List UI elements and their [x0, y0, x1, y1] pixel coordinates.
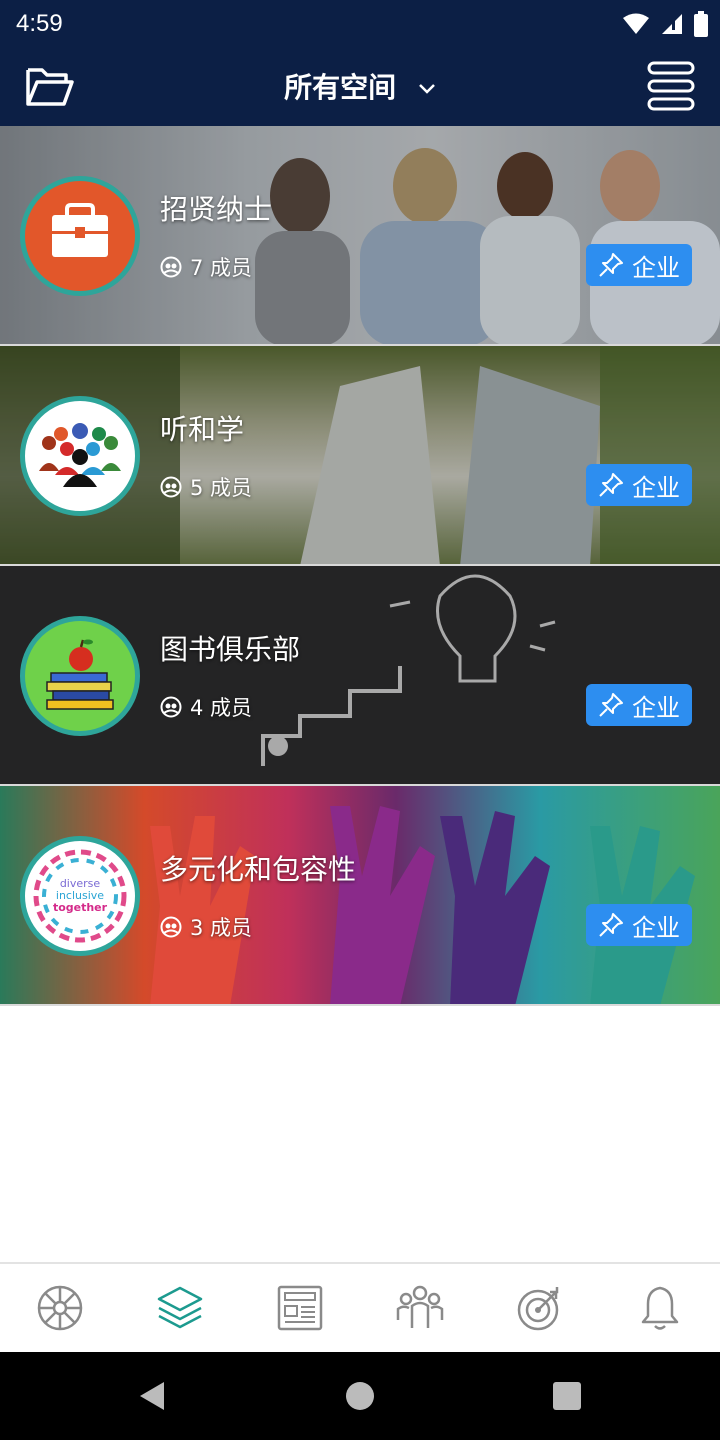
- status-time: 4:59: [16, 10, 63, 37]
- target-icon: [517, 1287, 559, 1331]
- bottom-nav: [0, 1262, 720, 1352]
- member-count-label: 4 成员: [190, 696, 253, 720]
- pin-icon: [599, 693, 623, 717]
- space-card[interactable]: 图书俱乐部 4 成员 企业: [0, 566, 720, 786]
- member-count: 3 成员: [160, 912, 252, 942]
- back-icon[interactable]: [136, 1380, 166, 1412]
- badge-label: 企业: [632, 693, 680, 722]
- people-group-icon: [39, 423, 121, 487]
- nav-item-spaces[interactable]: [120, 1264, 240, 1352]
- space-title: 图书俱乐部: [160, 633, 301, 666]
- status-icons: [622, 10, 708, 38]
- wheel-icon: [37, 1285, 83, 1331]
- nav-item-goals[interactable]: [480, 1264, 600, 1352]
- newspaper-icon: [277, 1285, 323, 1331]
- space-card[interactable]: diverse inclusive together 多元化和包容性 3 成员 …: [0, 786, 720, 1006]
- signal-icon: [662, 14, 682, 34]
- briefcase-icon: [52, 203, 108, 257]
- space-selector[interactable]: 所有空间: [0, 66, 720, 106]
- space-list: 招贤纳士 7 成员 企业 听和学 5 成员 企业 图书俱乐部 4 成员 企业 d…: [0, 126, 720, 1006]
- home-icon[interactable]: [345, 1380, 375, 1412]
- space-title: 多元化和包容性: [160, 853, 357, 886]
- members-icon: [160, 256, 182, 278]
- enterprise-badge: 企业: [586, 684, 692, 726]
- members-icon: [160, 916, 182, 938]
- chevron-down-icon: [418, 84, 435, 94]
- avatar-text-together: together: [53, 901, 108, 914]
- space-avatar: [20, 176, 140, 296]
- app-header: 所有空间: [0, 48, 720, 126]
- pin-icon: [599, 473, 623, 497]
- bell-icon: [641, 1286, 679, 1330]
- space-card[interactable]: 听和学 5 成员 企业: [0, 346, 720, 566]
- member-count-label: 7 成员: [190, 256, 253, 280]
- members-icon: [160, 696, 182, 718]
- nav-item-people[interactable]: [360, 1264, 480, 1352]
- badge-label: 企业: [632, 913, 680, 942]
- member-count-label: 3 成员: [190, 916, 253, 940]
- battery-icon: [694, 11, 708, 37]
- nav-item-news[interactable]: [240, 1264, 360, 1352]
- recents-icon[interactable]: [552, 1380, 582, 1412]
- diverse-inclusive-together-logo: diverse inclusive together: [33, 849, 127, 943]
- badge-label: 企业: [632, 253, 680, 282]
- people-icon: [396, 1285, 444, 1328]
- space-card[interactable]: 招贤纳士 7 成员 企业: [0, 126, 720, 346]
- layers-icon: [157, 1286, 203, 1329]
- menu-button[interactable]: [646, 60, 696, 112]
- status-bar: 4:59: [0, 0, 720, 48]
- space-avatar: [20, 396, 140, 516]
- enterprise-badge: 企业: [586, 904, 692, 946]
- space-avatar: diverse inclusive together: [20, 836, 140, 956]
- nav-item-home[interactable]: [0, 1264, 120, 1352]
- space-avatar: [20, 616, 140, 736]
- badge-label: 企业: [632, 473, 680, 502]
- page-title: 所有空间: [284, 71, 397, 104]
- enterprise-badge: 企业: [586, 464, 692, 506]
- stacked-menu-icon: [647, 61, 695, 111]
- member-count: 5 成员: [160, 472, 252, 502]
- space-title: 招贤纳士: [160, 193, 273, 226]
- nav-item-notifications[interactable]: [600, 1264, 720, 1352]
- space-title: 听和学: [160, 413, 245, 446]
- members-icon: [160, 476, 182, 498]
- pin-icon: [599, 253, 623, 277]
- enterprise-badge: 企业: [586, 244, 692, 286]
- books-apple-icon: [46, 639, 114, 710]
- wifi-icon: [623, 13, 649, 34]
- member-count: 4 成员: [160, 692, 252, 722]
- pin-icon: [599, 913, 623, 937]
- member-count-label: 5 成员: [190, 476, 253, 500]
- system-nav-bar: [0, 1352, 720, 1440]
- member-count: 7 成员: [160, 252, 252, 282]
